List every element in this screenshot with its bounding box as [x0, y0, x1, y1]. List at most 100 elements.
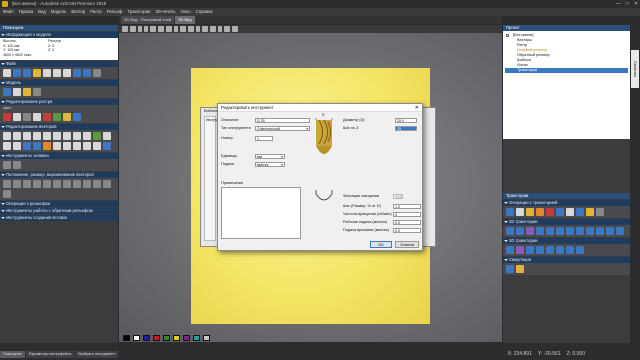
swatch-purple[interactable] — [183, 335, 190, 341]
menu-window[interactable]: Окно — [181, 8, 191, 16]
offset-icon[interactable] — [103, 132, 111, 140]
select-arrow-icon[interactable] — [3, 132, 11, 140]
section-3d-toolpaths[interactable]: 3D траектории — [503, 238, 630, 244]
cancel-button[interactable]: Отмена — [395, 241, 419, 248]
model-size-icon[interactable] — [3, 88, 11, 96]
align-middle-icon[interactable] — [43, 180, 51, 188]
group-icon[interactable] — [53, 142, 61, 150]
grayscale-icon[interactable] — [73, 113, 81, 121]
stepdown-field[interactable]: 25 — [395, 126, 417, 131]
scale-icon[interactable] — [83, 180, 91, 188]
inlay-icon[interactable] — [566, 227, 574, 235]
bezier-icon[interactable] — [93, 142, 101, 150]
new-file-icon[interactable] — [3, 69, 11, 77]
raster-to-vector-icon[interactable] — [63, 113, 71, 121]
tool-library-list[interactable]: Инструм — [204, 116, 219, 241]
minimize-button[interactable]: — — [616, 0, 621, 8]
shear-icon[interactable] — [93, 180, 101, 188]
new-model-icon[interactable] — [13, 69, 21, 77]
param-field-4[interactable]: 0.0 — [393, 228, 421, 233]
menu-3d-print[interactable]: 3D-печать — [155, 8, 175, 16]
pocket-icon[interactable] — [516, 227, 524, 235]
menu-toolpaths[interactable]: Траектории — [127, 8, 150, 16]
node-edit-icon[interactable] — [13, 132, 21, 140]
wireframe-icon[interactable] — [174, 26, 178, 32]
menu-vector[interactable]: Вектор — [71, 8, 85, 16]
settings-icon[interactable] — [93, 69, 101, 77]
maximize-button[interactable]: □ — [626, 0, 629, 8]
section-back-relief[interactable]: Инструменты работы с обратным рельефом — [0, 208, 118, 214]
tool-type-select[interactable]: Сферический — [255, 126, 310, 131]
machine-relief-icon[interactable] — [506, 246, 514, 254]
number-field[interactable]: 1 — [255, 136, 273, 141]
light-icon[interactable] — [196, 26, 200, 32]
bevel-icon[interactable] — [546, 227, 554, 235]
swatch-black[interactable] — [123, 335, 130, 341]
view-top-icon[interactable] — [130, 26, 136, 32]
swatch-yellow[interactable] — [173, 335, 180, 341]
model-resolution-icon[interactable] — [13, 88, 21, 96]
dialog-close-icon[interactable]: ✕ — [415, 104, 419, 112]
toolpath-delete-icon[interactable] — [546, 208, 554, 216]
open-folder-icon[interactable] — [33, 69, 41, 77]
align-bottom-icon[interactable] — [53, 180, 61, 188]
section-vector-edit[interactable]: Редактирование векторов — [0, 124, 118, 130]
join-icon[interactable] — [93, 132, 101, 140]
menu-help[interactable]: Справка — [196, 8, 213, 16]
trim-icon[interactable] — [13, 142, 21, 150]
background-icon[interactable] — [224, 26, 230, 32]
circle-icon[interactable] — [43, 132, 51, 140]
align-top-icon[interactable] — [33, 180, 41, 188]
swatch-green[interactable] — [163, 335, 170, 341]
properties-side-tab[interactable]: Свойства — [631, 50, 639, 88]
fill-icon[interactable] — [23, 113, 31, 121]
param-field-1[interactable]: 1.0 — [393, 204, 421, 209]
line-tool-icon[interactable] — [33, 113, 41, 121]
notes-textarea[interactable] — [221, 187, 301, 239]
tab-2d-view[interactable]: 2D Вид - Растровый слой — [121, 16, 175, 24]
swatch-grey[interactable] — [203, 335, 210, 341]
copy-icon[interactable] — [53, 69, 61, 77]
3d-waterline-icon[interactable] — [566, 246, 574, 254]
toolpath-export-icon[interactable] — [536, 208, 544, 216]
z-level-roughing-icon[interactable] — [516, 246, 524, 254]
section-fill-tools[interactable]: Инструменты заливки — [0, 153, 118, 159]
feature-machining-icon[interactable] — [606, 227, 614, 235]
rectangle-icon[interactable] — [33, 132, 41, 140]
paste-icon[interactable] — [63, 69, 71, 77]
tree-checkbox[interactable] — [506, 34, 509, 37]
menu-raster[interactable]: Растр — [90, 8, 102, 16]
tab-interface-params[interactable]: Параметры интерфейса — [25, 351, 75, 358]
section-file[interactable]: Файл — [0, 61, 118, 67]
redo-icon[interactable] — [83, 69, 91, 77]
ellipse-icon[interactable] — [53, 132, 61, 140]
diameter-field[interactable]: 25.0 — [395, 118, 417, 123]
align-right-icon[interactable] — [23, 180, 31, 188]
fluting-icon[interactable] — [586, 227, 594, 235]
tree-item-toolpaths[interactable]: Траектории — [505, 68, 628, 73]
rest-machining-icon[interactable] — [526, 246, 534, 254]
menu-relief[interactable]: Рельеф — [107, 8, 123, 16]
section-position-align[interactable]: Положение, размер, выравнивание векторов — [0, 172, 118, 178]
units-select[interactable]: мм — [255, 154, 285, 159]
cut-icon[interactable] — [43, 69, 51, 77]
split-icon[interactable] — [103, 142, 111, 150]
model-border-icon[interactable] — [23, 88, 31, 96]
smart-engrave-icon[interactable] — [576, 227, 584, 235]
engrave-icon[interactable] — [556, 227, 564, 235]
zoom-in-icon[interactable] — [158, 26, 164, 32]
mirror-icon[interactable] — [3, 142, 11, 150]
toolpath-save-icon[interactable] — [526, 208, 534, 216]
color-picker-icon[interactable] — [43, 113, 51, 121]
swatch-blue[interactable] — [143, 335, 150, 341]
save-icon[interactable] — [23, 69, 31, 77]
weld-icon[interactable] — [43, 142, 51, 150]
model-grid-icon[interactable] — [33, 88, 41, 96]
tab-assistant[interactable]: Помощник — [0, 351, 25, 358]
color-bar-icon[interactable] — [53, 113, 61, 121]
section-relief-ops[interactable]: Операции с рельефом — [0, 201, 118, 207]
param-field-2[interactable]: 0 — [393, 212, 421, 217]
toolpath-group-icon[interactable] — [586, 208, 594, 216]
param-field-3[interactable]: 0.0 — [393, 220, 421, 225]
eraser-icon[interactable] — [13, 113, 21, 121]
